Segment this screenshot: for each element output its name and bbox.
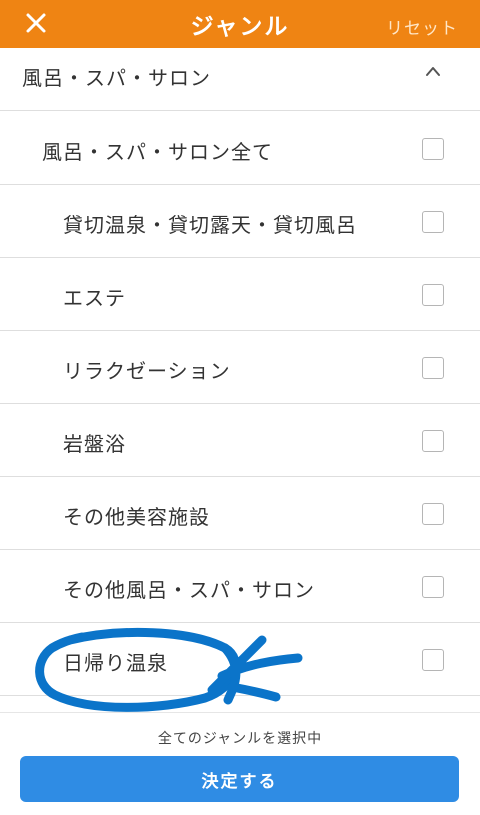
genre-checkbox[interactable] (422, 649, 444, 671)
category-section-header[interactable]: 風呂・スパ・サロン (0, 48, 480, 111)
genre-option-label: 日帰り温泉 (63, 651, 168, 675)
chevron-up-icon[interactable] (424, 64, 442, 78)
category-section-label: 風呂・スパ・サロン (22, 66, 211, 90)
genre-option[interactable]: その他風呂・スパ・サロン (0, 550, 480, 623)
genre-option-day-trip-onsen[interactable]: 日帰り温泉 (0, 623, 480, 696)
genre-option-label: その他美容施設 (63, 505, 210, 529)
page-title: ジャンル (190, 14, 290, 40)
genre-checkbox[interactable] (422, 430, 444, 452)
genre-option[interactable]: リラクゼーション (0, 331, 480, 404)
genre-checkbox[interactable] (422, 576, 444, 598)
genre-option-label: 岩盤浴 (63, 432, 126, 456)
genre-filter-screen: ジャンル リセット 風呂・スパ・サロン 風呂・スパ・サロン全て 貸切温泉・貸切露… (0, 0, 480, 815)
genre-option-all[interactable]: 風呂・スパ・サロン全て (0, 112, 480, 185)
genre-checkbox[interactable] (422, 357, 444, 379)
genre-checkbox[interactable] (422, 503, 444, 525)
submit-button[interactable]: 決定する (20, 756, 459, 802)
selection-status: 全てのジャンルを選択中 (157, 731, 323, 747)
genre-checkbox[interactable] (422, 284, 444, 306)
genre-option-label: 風呂・スパ・サロン全て (42, 140, 273, 164)
genre-checkbox[interactable] (422, 211, 444, 233)
genre-option-label: 貸切温泉・貸切露天・貸切風呂 (63, 213, 357, 237)
genre-option-label: エステ (63, 286, 126, 310)
genre-option[interactable]: その他美容施設 (0, 477, 480, 550)
genre-option-label: その他風呂・スパ・サロン (63, 578, 315, 602)
genre-option[interactable]: 岩盤浴 (0, 404, 480, 477)
genre-option[interactable]: エステ (0, 258, 480, 331)
genre-checkbox[interactable] (422, 138, 444, 160)
header-bar: ジャンル リセット (0, 0, 480, 48)
genre-option-label: リラクゼーション (63, 359, 231, 383)
footer-bar: 全てのジャンルを選択中 決定する (0, 712, 480, 815)
reset-button[interactable]: リセット (386, 14, 458, 39)
close-icon[interactable] (22, 9, 50, 37)
genre-option[interactable]: 貸切温泉・貸切露天・貸切風呂 (0, 185, 480, 258)
